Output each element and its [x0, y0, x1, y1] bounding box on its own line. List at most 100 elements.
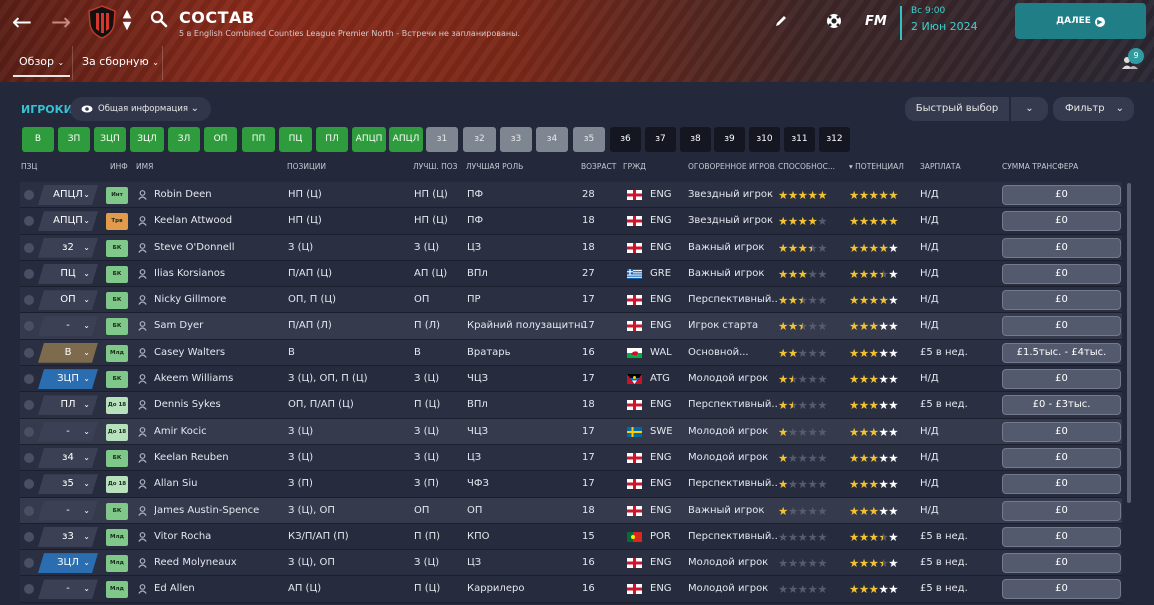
quick-pick-button[interactable]: Быстрый выбор	[905, 97, 1009, 121]
info-badge[interactable]: До 18	[106, 476, 128, 494]
select-checkbox[interactable]	[24, 295, 34, 306]
ball-icon[interactable]	[825, 12, 843, 30]
squad-slot-select[interactable]: ПЛ ⌄	[38, 395, 98, 415]
club-switch-chevrons-icon[interactable]: ▲ ▼	[121, 8, 133, 36]
select-checkbox[interactable]	[24, 268, 34, 279]
info-badge[interactable]: БК	[106, 449, 128, 467]
squad-slot-select[interactable]: АПЦП ⌄	[38, 211, 98, 231]
select-checkbox[interactable]	[24, 452, 34, 463]
info-badge[interactable]: Млд	[106, 555, 128, 573]
info-badge[interactable]: Млд	[106, 581, 128, 599]
select-checkbox[interactable]	[24, 584, 34, 595]
select-checkbox[interactable]	[24, 374, 34, 385]
table-row[interactable]: з4 ⌄ БК Keelan Reuben З (Ц) З (Ц) ЦЗ 17 ENG Молод…	[20, 444, 1122, 472]
squad-slot-select[interactable]: ПЦ ⌄	[38, 264, 98, 284]
select-checkbox[interactable]	[24, 531, 34, 542]
column-header-8[interactable]: ГРЖД	[623, 162, 683, 178]
info-badge[interactable]: До 18	[106, 397, 128, 415]
position-button-2[interactable]: ЗП	[58, 127, 90, 152]
column-header-12[interactable]: ЗАРПЛАТА	[920, 162, 1000, 178]
transfer-fee-field[interactable]: £0	[1002, 185, 1121, 205]
position-button-7[interactable]: ПП	[242, 127, 275, 152]
select-checkbox[interactable]	[24, 558, 34, 569]
search-icon[interactable]	[150, 10, 168, 28]
tab-national[interactable]: За сборную ⌄	[82, 55, 159, 68]
info-badge[interactable]: Млд	[106, 344, 128, 362]
table-row[interactable]: ЗЦП ⌄ БК Akeem Williams З (Ц), ОП, П (Ц) З (Ц…	[20, 366, 1122, 393]
squad-slot-select[interactable]: - ⌄	[38, 316, 98, 336]
table-row[interactable]: В ⌄ Млд Casey Walters В В Вратарь 16 WAL Основной…	[20, 339, 1122, 367]
transfer-fee-field[interactable]: £0	[1002, 211, 1121, 232]
player-name[interactable]: Dennis Sykes	[154, 392, 289, 418]
continue-button[interactable]: ДАЛЕЕ ▶	[1015, 3, 1146, 39]
transfer-fee-field[interactable]: £1.5тыс. - £4тыс.	[1002, 342, 1121, 363]
column-header-5[interactable]: ЛУЧШ. ПОЗ	[413, 162, 463, 178]
player-name[interactable]: Robin Deen	[154, 182, 289, 208]
player-name[interactable]: Akeem Williams	[154, 366, 289, 392]
table-row[interactable]: ОП ⌄ БК Nicky Gillmore ОП, П (Ц) ОП ПР 17 ENG Пер…	[20, 287, 1122, 314]
column-header-1[interactable]: ПЗЦ	[21, 162, 81, 178]
position-button-4[interactable]: ЗЦЛ	[130, 127, 164, 152]
squad-slot-select[interactable]: з4 ⌄	[38, 448, 98, 468]
info-badge[interactable]: БК	[106, 502, 128, 520]
quick-pick-chevron-icon[interactable]: ⌄	[1011, 97, 1048, 121]
squad-slot-select[interactable]: АПЦЛ ⌄	[38, 185, 98, 205]
squad-slot-select[interactable]: ОП ⌄	[38, 290, 98, 310]
filter-button[interactable]: Фильтр ⌄	[1053, 97, 1134, 121]
player-name[interactable]: Sam Dyer	[154, 313, 289, 339]
select-checkbox[interactable]	[24, 400, 34, 411]
player-name[interactable]: Casey Walters	[154, 340, 289, 366]
table-row[interactable]: - ⌄ БК Sam Dyer П/АП (Л) П (Л) Крайний полузащ…	[20, 313, 1122, 340]
column-header-3[interactable]: ИМЯ	[136, 162, 276, 178]
player-name[interactable]: Ilias Korsianos	[154, 261, 289, 287]
position-button-18[interactable]: з7	[645, 127, 676, 152]
scrollbar[interactable]	[1127, 183, 1131, 503]
table-row[interactable]: АПЦЛ ⌄ Инт Robin Deen НП (Ц) НП (Ц) ПФ 28 ENG Зве…	[20, 182, 1122, 209]
position-button-3[interactable]: ЗЦП	[94, 127, 126, 152]
transfer-fee-field[interactable]: £0	[1002, 579, 1121, 600]
back-arrow-icon[interactable]: ←	[8, 8, 36, 36]
info-badge[interactable]: БК	[106, 292, 128, 310]
transfer-fee-field[interactable]: £0	[1002, 500, 1121, 521]
transfer-fee-field[interactable]: £0	[1002, 263, 1121, 284]
player-name[interactable]: James Austin-Spence	[154, 498, 289, 524]
column-header-10[interactable]: СПОСОБНОС...	[778, 162, 846, 178]
info-badge[interactable]: До 18	[106, 423, 128, 441]
player-name[interactable]: Nicky Gillmore	[154, 287, 289, 313]
select-checkbox[interactable]	[24, 216, 34, 227]
position-button-5[interactable]: ЗЛ	[168, 127, 200, 152]
squad-slot-select[interactable]: з3 ⌄	[38, 527, 98, 547]
position-button-21[interactable]: з10	[749, 127, 780, 152]
info-badge[interactable]: Млд	[106, 528, 128, 546]
position-button-23[interactable]: з12	[819, 127, 850, 152]
select-checkbox[interactable]	[24, 242, 34, 253]
transfer-fee-field[interactable]: £0	[1002, 553, 1121, 574]
position-button-9[interactable]: ПЛ	[316, 127, 348, 152]
table-row[interactable]: з2 ⌄ БК Steve O'Donnell З (Ц) З (Ц) ЦЗ 18 ENG Важ…	[20, 234, 1122, 261]
select-checkbox[interactable]	[24, 321, 34, 332]
select-checkbox[interactable]	[24, 505, 34, 516]
transfer-fee-field[interactable]: £0	[1002, 316, 1121, 337]
position-button-19[interactable]: з8	[680, 127, 711, 152]
squad-slot-select[interactable]: - ⌄	[38, 422, 98, 442]
club-crest-icon[interactable]	[87, 5, 117, 39]
pencil-icon[interactable]	[774, 14, 788, 28]
info-badge[interactable]: Инт	[106, 187, 128, 204]
table-row[interactable]: - ⌄ Млд Ed Allen АП (Ц) П (Ц) Каррилеро 16 ENG Мо…	[20, 576, 1122, 603]
position-button-14[interactable]: з3	[500, 127, 532, 152]
player-name[interactable]: Amir Kocic	[154, 419, 289, 445]
table-row[interactable]: - ⌄ БК James Austin-Spence З (Ц), ОП ОП ОП 18 EN…	[20, 497, 1122, 524]
position-button-22[interactable]: з11	[784, 127, 815, 152]
table-row[interactable]: з3 ⌄ Млд Vitor Rocha КЗ/П/АП (П) П (П) КПО 15 PO…	[20, 523, 1122, 551]
squad-slot-select[interactable]: - ⌄	[38, 501, 98, 521]
view-dropdown[interactable]: Общая информация ⌄	[70, 97, 211, 121]
transfer-fee-field[interactable]: £0	[1002, 474, 1121, 495]
player-name[interactable]: Keelan Attwood	[154, 208, 289, 234]
transfer-fee-field[interactable]: £0	[1002, 290, 1121, 311]
table-row[interactable]: з5 ⌄ До 18 Allan Siu З (П) З (П) ЧФЗ 17 ENG Персп…	[20, 471, 1122, 498]
position-button-12[interactable]: з1	[426, 127, 458, 152]
position-button-16[interactable]: з5	[573, 127, 605, 152]
position-button-11[interactable]: АПЦЛ	[389, 127, 423, 152]
squad-slot-select[interactable]: - ⌄	[38, 579, 98, 599]
info-badge[interactable]: БК	[106, 371, 128, 389]
